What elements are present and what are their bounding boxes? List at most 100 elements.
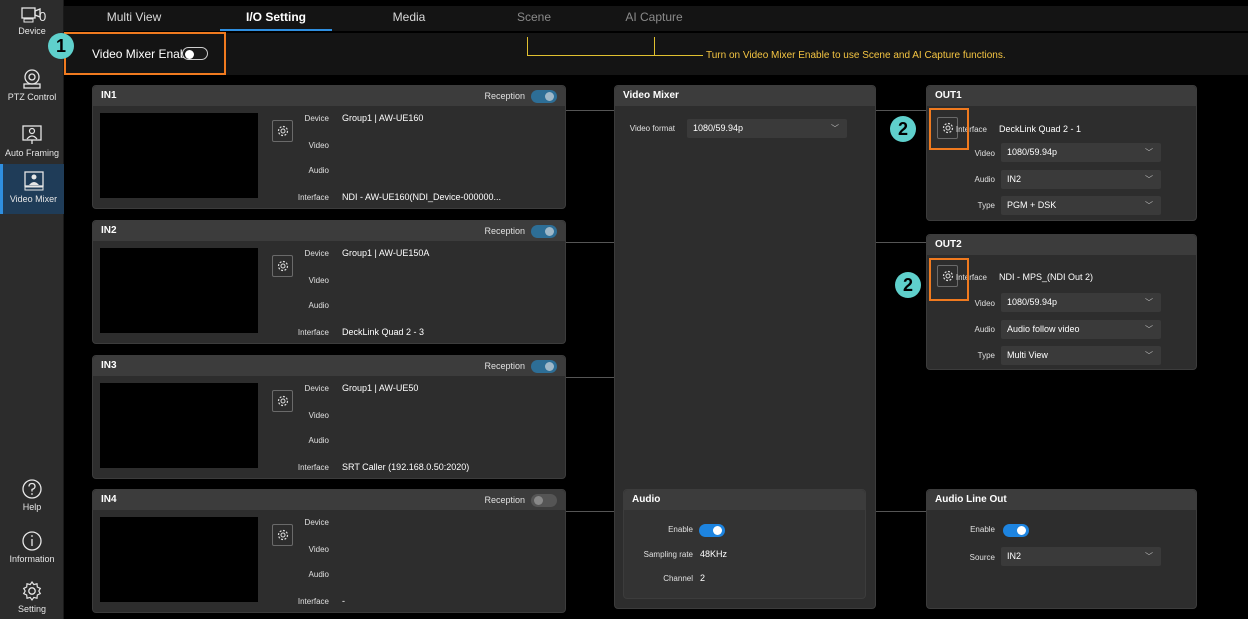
type-select[interactable]: Multi View ﹀ bbox=[1001, 346, 1161, 365]
gear-icon bbox=[277, 395, 289, 407]
hint-line bbox=[654, 37, 655, 56]
chevron-down-icon: ﹀ bbox=[1145, 298, 1153, 307]
channel-value: 2 bbox=[700, 573, 706, 583]
device-count: 0 bbox=[39, 9, 47, 24]
toolbar bbox=[64, 33, 1248, 75]
reception-toggle[interactable] bbox=[531, 225, 557, 238]
video-select[interactable]: 1080/59.94p ﹀ bbox=[1001, 293, 1161, 312]
tab-multi-view[interactable]: Multi View bbox=[79, 6, 189, 31]
tab-io-setting[interactable]: I/O Setting bbox=[220, 6, 332, 31]
audio-enable-toggle[interactable] bbox=[699, 524, 725, 537]
sidebar-item-label: Device bbox=[18, 26, 46, 36]
device-value: Group1 | AW-UE150A bbox=[342, 248, 430, 258]
sidebar: Device 0 PTZ Control Auto Framing Video … bbox=[0, 0, 64, 619]
settings-button[interactable] bbox=[272, 255, 293, 277]
settings-button[interactable] bbox=[272, 524, 293, 546]
callout-badge: 2 bbox=[895, 272, 921, 298]
audio-label: Audio bbox=[974, 175, 995, 184]
tab-ai-capture[interactable]: AI Capture bbox=[604, 6, 704, 31]
info-icon bbox=[22, 531, 42, 551]
audio-panel: Audio Enable Sampling rate 48KHz Channel… bbox=[623, 489, 866, 599]
source-select[interactable]: IN2 ﹀ bbox=[1001, 547, 1161, 566]
video-preview bbox=[100, 113, 258, 198]
sidebar-item-help[interactable]: Help bbox=[0, 478, 64, 518]
hint-text: Turn on Video Mixer Enable to use Scene … bbox=[706, 50, 1006, 61]
interface-label: Interface bbox=[297, 597, 329, 606]
panel-title: IN3 bbox=[101, 360, 117, 371]
type-label: Type bbox=[977, 201, 995, 210]
auto-framing-icon bbox=[22, 125, 42, 144]
reception-toggle[interactable] bbox=[531, 494, 557, 507]
interface-label: Interface bbox=[297, 463, 329, 472]
device-value: Group1 | AW-UE160 bbox=[342, 113, 424, 123]
chevron-down-icon: ﹀ bbox=[831, 124, 839, 133]
chevron-down-icon: ﹀ bbox=[1145, 148, 1153, 157]
sidebar-item-label: Video Mixer bbox=[9, 194, 58, 204]
connector-line bbox=[566, 110, 614, 111]
ptz-icon bbox=[23, 69, 41, 89]
audio-label: Audio bbox=[308, 436, 329, 445]
selected-value: Multi View bbox=[1007, 350, 1048, 360]
panel-header: IN3 Reception bbox=[93, 356, 565, 376]
reception-toggle[interactable] bbox=[531, 360, 557, 373]
audio-line-out-panel: Audio Line Out Enable Source IN2 ﹀ bbox=[926, 489, 1197, 609]
sidebar-item-ptz-control[interactable]: PTZ Control bbox=[0, 68, 64, 110]
video-label: Video bbox=[308, 141, 329, 150]
gear-icon bbox=[277, 125, 289, 137]
input-panel-in4: IN4 Reception Device Video Audio Interfa… bbox=[92, 489, 566, 613]
sidebar-item-video-mixer[interactable]: Video Mixer bbox=[0, 164, 64, 214]
callout-box bbox=[929, 108, 969, 150]
source-label: Source bbox=[969, 553, 995, 562]
connector-line bbox=[566, 242, 614, 243]
chevron-down-icon: ﹀ bbox=[1145, 325, 1153, 334]
type-select[interactable]: PGM + DSK ﹀ bbox=[1001, 196, 1161, 215]
output-panel-out1: OUT1 Interface DeckLink Quad 2 - 1 Video… bbox=[926, 85, 1197, 221]
output-panel-out2: OUT2 Interface NDI - MPS_(NDI Out 2) Vid… bbox=[926, 234, 1197, 370]
audio-select[interactable]: Audio follow video ﹀ bbox=[1001, 320, 1161, 339]
reception-label: Reception bbox=[484, 361, 525, 371]
hint-line bbox=[527, 55, 703, 56]
tab-bar: Multi View I/O Setting Media Scene AI Ca… bbox=[64, 6, 1248, 31]
chevron-down-icon: ﹀ bbox=[1145, 552, 1153, 561]
sidebar-item-setting[interactable]: Setting bbox=[0, 580, 64, 618]
audio-label: Audio bbox=[308, 570, 329, 579]
audio-label: Audio bbox=[308, 301, 329, 310]
video-format-select[interactable]: 1080/59.94p ﹀ bbox=[687, 119, 847, 138]
panel-header: IN2 Reception bbox=[93, 221, 565, 241]
chevron-down-icon: ﹀ bbox=[1145, 351, 1153, 360]
audio-label: Audio bbox=[308, 166, 329, 175]
tab-media[interactable]: Media bbox=[354, 6, 464, 31]
settings-button[interactable] bbox=[272, 120, 293, 142]
panel-title: Audio Line Out bbox=[935, 494, 1007, 505]
interface-value: NDI - AW-UE160(NDI_Device-000000... bbox=[342, 192, 502, 202]
chevron-down-icon: ﹀ bbox=[1145, 201, 1153, 210]
video-label: Video bbox=[308, 411, 329, 420]
tab-scene[interactable]: Scene bbox=[484, 6, 584, 31]
panel-header: Video Mixer bbox=[615, 86, 875, 106]
audio-line-out-enable-toggle[interactable] bbox=[1003, 524, 1029, 537]
panel-title: OUT2 bbox=[935, 239, 962, 250]
video-preview bbox=[100, 383, 258, 468]
gear-icon bbox=[277, 529, 289, 541]
selected-value: IN2 bbox=[1007, 174, 1022, 184]
chevron-down-icon: ﹀ bbox=[1145, 175, 1153, 184]
panel-header: OUT2 bbox=[927, 235, 1196, 255]
sidebar-item-auto-framing[interactable]: Auto Framing bbox=[0, 124, 64, 166]
settings-button[interactable] bbox=[272, 390, 293, 412]
connector-line bbox=[876, 110, 926, 111]
gear-icon bbox=[277, 260, 289, 272]
audio-select[interactable]: IN2 ﹀ bbox=[1001, 170, 1161, 189]
interface-value: DeckLink Quad 2 - 1 bbox=[999, 124, 1082, 134]
video-preview bbox=[100, 517, 258, 602]
device-label: Device bbox=[304, 114, 329, 123]
selected-value: 1080/59.94p bbox=[1007, 147, 1058, 157]
video-preview bbox=[100, 248, 258, 333]
callout-badge: 1 bbox=[48, 33, 74, 59]
panel-title: IN1 bbox=[101, 90, 117, 101]
interface-value: DeckLink Quad 2 - 3 bbox=[342, 327, 425, 337]
sidebar-item-information[interactable]: Information bbox=[0, 530, 64, 570]
interface-value: - bbox=[342, 596, 345, 606]
panel-title: OUT1 bbox=[935, 90, 962, 101]
reception-toggle[interactable] bbox=[531, 90, 557, 103]
video-select[interactable]: 1080/59.94p ﹀ bbox=[1001, 143, 1161, 162]
